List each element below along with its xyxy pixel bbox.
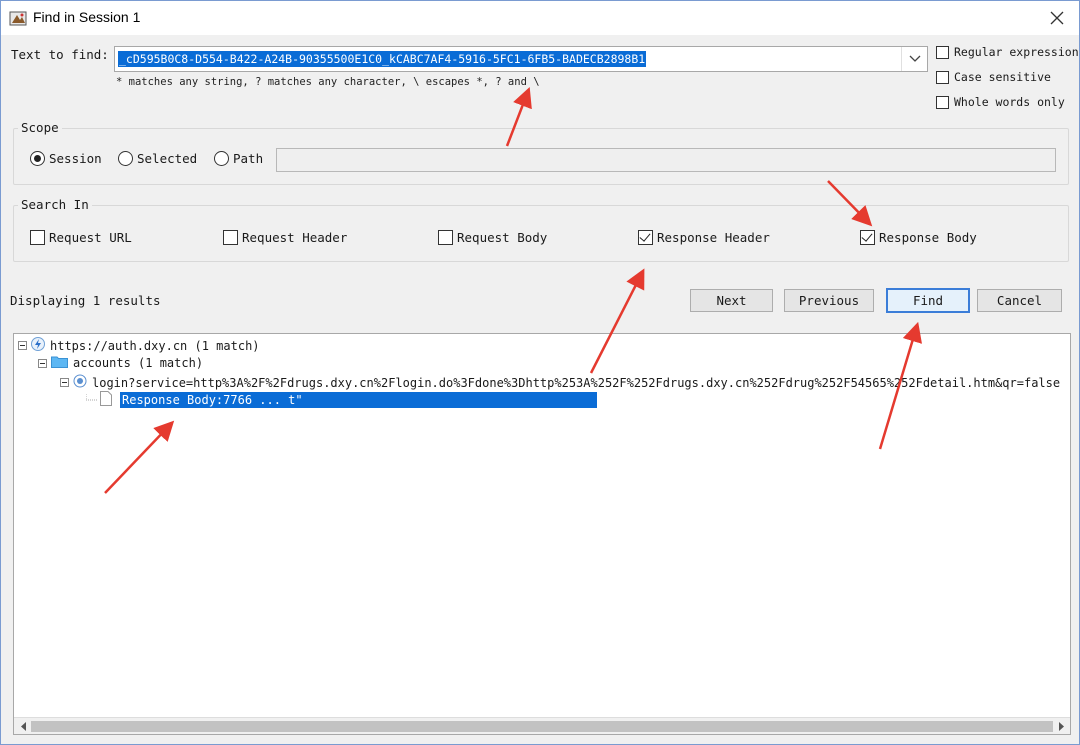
search-response-header-label: Response Header (657, 230, 770, 245)
collapse-icon[interactable] (18, 341, 27, 350)
regex-checkbox[interactable] (936, 45, 949, 59)
close-icon[interactable] (1045, 6, 1069, 30)
search-request-url-label: Request URL (49, 230, 132, 245)
chevron-down-icon[interactable] (901, 47, 927, 71)
window-title: Find in Session 1 (33, 9, 141, 25)
app-icon (9, 9, 27, 27)
collapse-icon[interactable] (38, 358, 47, 368)
response-body-checkbox[interactable] (860, 230, 875, 245)
find-dialog: Find in Session 1 Text to find: _cD595B0… (0, 0, 1080, 745)
search-response-body[interactable]: Response Body (860, 230, 977, 245)
previous-button[interactable]: Previous (784, 289, 874, 312)
scroll-thumb[interactable] (31, 721, 1053, 732)
option-case-label: Case sensitive (954, 70, 1051, 84)
tree-match-label[interactable]: Response Body:7766 ... t" (120, 392, 597, 408)
whole-words-checkbox[interactable] (936, 95, 949, 109)
scope-title: Scope (18, 120, 62, 135)
option-case[interactable]: Case sensitive (936, 70, 1051, 84)
request-icon (73, 374, 87, 391)
scope-path[interactable]: Path (214, 151, 263, 166)
search-request-url[interactable]: Request URL (30, 230, 132, 245)
option-whole[interactable]: Whole words only (936, 95, 1065, 109)
scope-session-label: Session (49, 151, 102, 166)
find-input-value[interactable]: _cD595B0C8-D554-B422-A24B-90355500E1C0_k… (118, 51, 647, 67)
scroll-right-icon[interactable] (1054, 720, 1068, 733)
search-response-header[interactable]: Response Header (638, 230, 770, 245)
selected-radio[interactable] (118, 151, 133, 166)
scope-selected[interactable]: Selected (118, 151, 197, 166)
path-radio[interactable] (214, 151, 229, 166)
collapse-icon[interactable] (60, 378, 69, 387)
find-hint: * matches any string, ? matches any char… (116, 76, 540, 88)
scroll-left-icon[interactable] (16, 720, 30, 733)
search-request-header[interactable]: Request Header (223, 230, 347, 245)
find-label: Text to find: (11, 47, 109, 62)
title-bar: Find in Session 1 (1, 1, 1079, 35)
scope-selected-label: Selected (137, 151, 198, 166)
request-header-checkbox[interactable] (223, 230, 238, 245)
results-status: Displaying 1 results (10, 293, 161, 308)
tree-request-node[interactable]: login?service=http%3A%2F%2Fdrugs.dxy.cn%… (60, 374, 1060, 391)
folder-icon (51, 355, 68, 371)
search-response-body-label: Response Body (879, 230, 977, 245)
tree-connector (86, 394, 98, 401)
scope-path-label: Path (233, 151, 264, 166)
document-icon (100, 391, 112, 409)
request-body-checkbox[interactable] (438, 230, 453, 245)
search-request-body-label: Request Body (457, 230, 548, 245)
tree-folder-node[interactable]: accounts (1 match) (38, 355, 203, 371)
find-button[interactable]: Find (886, 288, 970, 313)
cancel-button[interactable]: Cancel (977, 289, 1062, 312)
search-in-title: Search In (18, 197, 92, 212)
results-tree[interactable]: https://auth.dxy.cn (1 match) accounts (… (13, 333, 1071, 735)
option-whole-label: Whole words only (954, 95, 1065, 109)
scope-session[interactable]: Session (30, 151, 102, 166)
tree-host-label: https://auth.dxy.cn (1 match) (50, 338, 260, 353)
tree-host-node[interactable]: https://auth.dxy.cn (1 match) (18, 337, 260, 354)
case-checkbox[interactable] (936, 70, 949, 84)
option-regex[interactable]: Regular expression (936, 45, 1079, 59)
session-radio[interactable] (30, 151, 45, 166)
find-input[interactable]: _cD595B0C8-D554-B422-A24B-90355500E1C0_k… (114, 46, 928, 72)
tree-request-label: login?service=http%3A%2F%2Fdrugs.dxy.cn%… (92, 375, 1061, 390)
response-header-checkbox[interactable] (638, 230, 653, 245)
horizontal-scrollbar[interactable] (14, 717, 1070, 734)
tree-match-node[interactable]: Response Body:7766 ... t" (86, 391, 597, 409)
lightning-icon (31, 337, 45, 354)
search-request-body[interactable]: Request Body (438, 230, 547, 245)
request-url-checkbox[interactable] (30, 230, 45, 245)
tree-folder-label: accounts (1 match) (73, 356, 204, 370)
next-button[interactable]: Next (690, 289, 773, 312)
option-regex-label: Regular expression (954, 45, 1079, 59)
search-request-header-label: Request Header (242, 230, 348, 245)
path-input[interactable] (276, 148, 1056, 172)
